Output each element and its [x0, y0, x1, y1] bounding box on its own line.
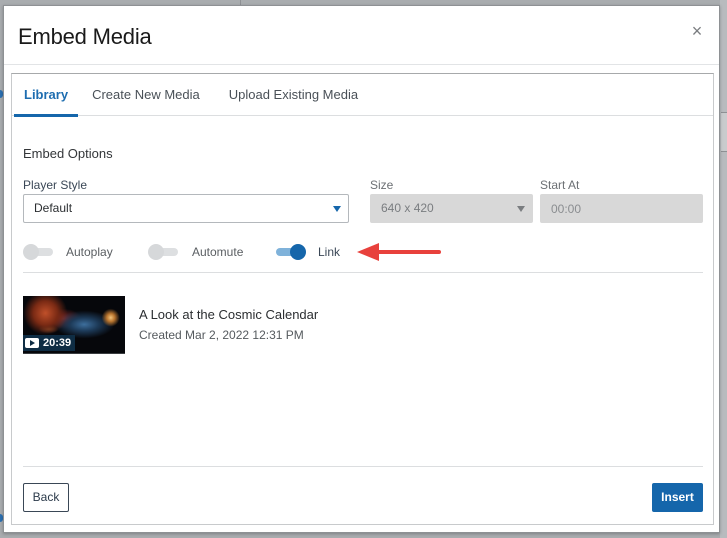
link-label: Link — [318, 245, 341, 259]
automute-toggle[interactable] — [148, 244, 180, 260]
dialog-header: Embed Media × — [4, 6, 719, 65]
media-title[interactable]: A Look at the Cosmic Calendar — [139, 307, 318, 322]
tab-library[interactable]: Library — [14, 74, 79, 117]
start-at-label: Start At — [540, 178, 580, 192]
divider — [23, 466, 703, 467]
automute-label: Automute — [192, 245, 244, 259]
toggle-knob — [148, 244, 164, 260]
tab-upload-existing-media[interactable]: Upload Existing Media — [229, 74, 358, 116]
start-at-input[interactable] — [540, 194, 703, 223]
size-value: 640 x 420 — [381, 201, 434, 215]
duration-badge: 20:39 — [23, 335, 76, 351]
play-icon — [25, 338, 39, 348]
background-right-element — [721, 112, 727, 152]
tab-bar: Library Create New Media Upload Existing… — [12, 74, 713, 117]
insert-button[interactable]: Insert — [652, 483, 703, 512]
divider — [23, 272, 703, 273]
size-select[interactable]: 640 x 420 — [370, 194, 533, 223]
tab-create-new-media[interactable]: Create New Media — [92, 74, 200, 116]
player-style-label: Player Style — [23, 178, 88, 192]
player-style-value: Default — [34, 201, 73, 215]
embed-options-heading: Embed Options — [23, 146, 113, 161]
autoplay-toggle[interactable] — [23, 244, 55, 260]
annotation-arrow-icon — [357, 243, 441, 261]
toggle-knob — [290, 244, 306, 260]
close-icon[interactable]: × — [689, 22, 705, 40]
media-created-date: Created Mar 2, 2022 12:31 PM — [139, 328, 304, 342]
embed-media-dialog: Embed Media × Library Create New Media U… — [3, 5, 720, 533]
chevron-down-icon — [333, 206, 341, 212]
toggle-knob — [23, 244, 39, 260]
size-label: Size — [370, 178, 394, 192]
back-button[interactable]: Back — [23, 483, 69, 512]
dialog-body: Library Create New Media Upload Existing… — [11, 73, 714, 525]
media-thumbnail: 20:39 — [23, 296, 125, 354]
arrow-head — [357, 243, 379, 261]
player-style-select[interactable]: Default — [23, 194, 349, 223]
link-toggle[interactable] — [274, 244, 306, 260]
dialog-title: Embed Media — [18, 24, 152, 49]
background-right-panel — [720, 0, 727, 538]
chevron-down-icon — [517, 206, 525, 212]
autoplay-label: Autoplay — [66, 245, 113, 259]
media-list-item[interactable]: 20:39 A Look at the Cosmic Calendar Crea… — [23, 296, 703, 354]
duration-text: 20:39 — [43, 337, 72, 349]
